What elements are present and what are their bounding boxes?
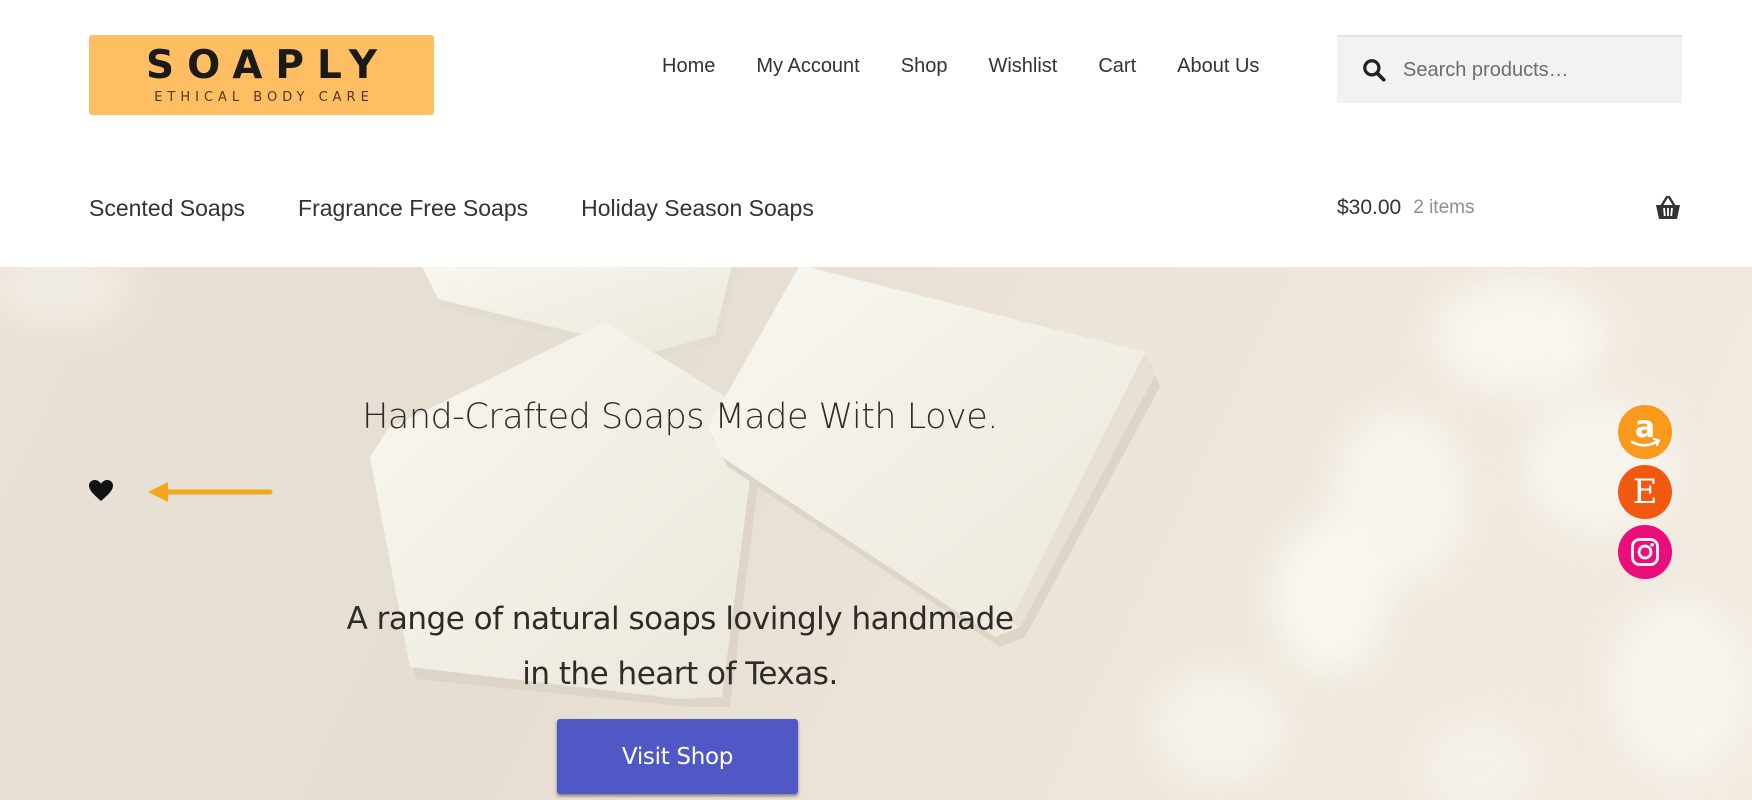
hero-title: Hand-Crafted Soaps Made With Love. [362,397,998,437]
category-navigation: Scented Soaps Fragrance Free Soaps Holid… [89,192,867,224]
site-logo[interactable]: SOAPLY ETHICAL BODY CARE [89,35,434,115]
nav-home[interactable]: Home [662,52,715,80]
arrow-pointer-icon [148,482,273,502]
etsy-link[interactable]: E [1618,465,1672,519]
cart-total: $30.00 [1337,196,1402,219]
search-input[interactable] [1401,57,1675,83]
etsy-icon: E [1632,472,1658,512]
primary-navigation: Home My Account Shop Wishlist Cart About… [662,52,1259,80]
header-cart[interactable]: $30.00 2 items [1337,192,1682,224]
hero-subtitle: A range of natural soaps lovingly handma… [340,592,1020,702]
hero-subtitle-line-1: A range of natural soaps lovingly handma… [346,601,1014,637]
logo-tagline: ETHICAL BODY CARE [154,89,374,105]
nav-about-us[interactable]: About Us [1177,52,1259,80]
instagram-icon [1631,538,1659,566]
category-fragrance-free-soaps[interactable]: Fragrance Free Soaps [298,192,528,224]
category-scented-soaps[interactable]: Scented Soaps [89,192,245,224]
nav-shop[interactable]: Shop [901,52,948,80]
category-holiday-season-soaps[interactable]: Holiday Season Soaps [581,192,814,224]
instagram-link[interactable] [1618,525,1672,579]
svg-text:a: a [1635,412,1655,445]
site-header: SOAPLY ETHICAL BODY CARE Home My Account… [0,0,1752,268]
heart-icon[interactable] [88,479,114,503]
nav-cart[interactable]: Cart [1098,52,1136,80]
cart-item-count: 2 items [1413,197,1475,218]
nav-wishlist[interactable]: Wishlist [988,52,1057,80]
product-search [1337,35,1682,103]
basket-icon[interactable] [1654,194,1682,222]
amazon-icon: a [1630,412,1661,447]
hero-banner: Hand-Crafted Soaps Made With Love. A ran… [0,267,1752,800]
visit-shop-button[interactable]: Visit Shop [557,719,798,794]
amazon-link[interactable]: a [1618,405,1672,459]
nav-my-account[interactable]: My Account [756,52,859,80]
hero-background-image [0,267,1750,800]
hero-subtitle-line-2: in the heart of Texas. [522,656,838,692]
search-icon[interactable] [1361,57,1387,83]
logo-name: SOAPLY [146,42,390,88]
